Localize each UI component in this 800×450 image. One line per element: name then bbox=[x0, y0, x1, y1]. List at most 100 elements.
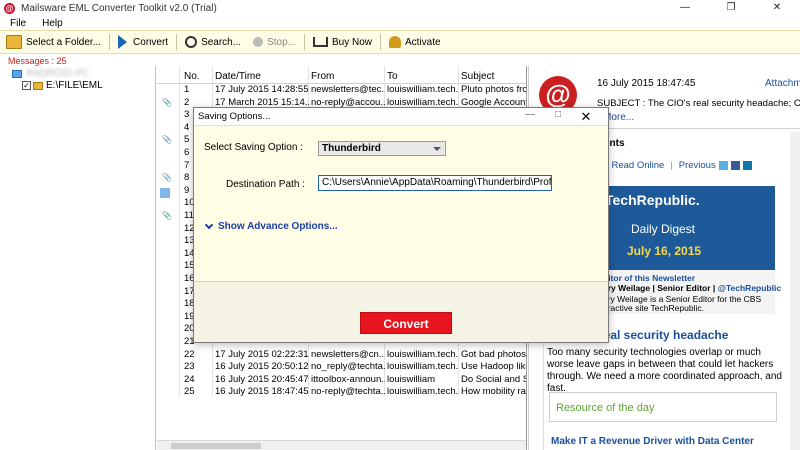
newsletter-banner: TechRepublic. Daily Digest July 16, 2015 bbox=[599, 186, 775, 270]
destination-path-input[interactable]: C:\Users\Annie\AppData\Roaming\Thunderbi… bbox=[318, 175, 552, 191]
cell-date: 17 July 2015 14:28:55 bbox=[215, 84, 309, 95]
cell-date: 17 July 2015 02:22:31 bbox=[215, 348, 309, 360]
maximize-button[interactable]: ❐ bbox=[708, 0, 754, 16]
tree-folder-eml[interactable]: ✓ E:\FILE\EML bbox=[22, 80, 103, 91]
folder-icon bbox=[6, 35, 22, 49]
scrollbar-thumb[interactable] bbox=[171, 443, 261, 449]
dialog-minimize-button[interactable]: — bbox=[516, 109, 544, 125]
toolbar-separator bbox=[380, 34, 382, 50]
article-headline[interactable]: real security headache bbox=[599, 328, 728, 342]
col-header-from[interactable]: From bbox=[311, 71, 385, 82]
cell-to: louiswilliam.tech... bbox=[387, 348, 459, 360]
dialog-controls: — □ ✕ bbox=[516, 109, 600, 125]
editor-box: ditor of this Newsletter ary Weilage | S… bbox=[599, 270, 781, 314]
convert-label: Convert bbox=[133, 36, 169, 48]
chevron-down-icon bbox=[204, 220, 214, 230]
computer-icon bbox=[12, 69, 22, 78]
search-label: Search... bbox=[201, 36, 242, 48]
table-row[interactable]: 1 17 July 2015 14:28:55 newsletters@tec...… bbox=[157, 84, 526, 97]
tree-folder-label: E:\FILE\EML bbox=[46, 80, 103, 91]
table-row[interactable]: 23 16 July 2015 20:50:12 no_reply@techta..… bbox=[157, 361, 526, 374]
facebook-icon[interactable] bbox=[730, 161, 740, 170]
editor-bio-2: eractive site TechRepublic. bbox=[603, 303, 704, 313]
dialog-maximize-button[interactable]: □ bbox=[544, 109, 572, 125]
previous-link[interactable]: Previous bbox=[679, 160, 716, 171]
dialog-close-button[interactable]: ✕ bbox=[572, 109, 600, 125]
play-icon bbox=[118, 35, 128, 49]
attachment-icon: 📎 bbox=[162, 97, 172, 107]
table-row[interactable]: 22 17 July 2015 02:22:31 newsletters@cn...… bbox=[157, 348, 526, 362]
cell-to: louiswilliam.tech... bbox=[387, 84, 459, 95]
cell-from: no_reply@techta... bbox=[311, 361, 385, 373]
saving-option-label: Select Saving Option : bbox=[204, 142, 303, 153]
dialog-separator bbox=[194, 281, 608, 282]
key-icon bbox=[389, 36, 402, 48]
tree-root[interactable]: ANDROID-PC bbox=[12, 68, 89, 79]
resource-box: Resource of the day bbox=[549, 392, 777, 422]
saving-option-select[interactable]: Thunderbird bbox=[318, 141, 446, 156]
menu-bar: File Help bbox=[0, 16, 800, 30]
linkedin-icon[interactable] bbox=[742, 161, 752, 170]
attachment-icon: 📎 bbox=[162, 211, 172, 220]
window-title: Mailsware EML Converter Toolkit v2.0 (Tr… bbox=[21, 2, 217, 14]
banner-date: July 16, 2015 bbox=[627, 244, 702, 258]
cell-no: 23 bbox=[184, 361, 195, 373]
banner-digest: Daily Digest bbox=[631, 222, 696, 236]
cell-from: newsletters@cn... bbox=[311, 348, 385, 360]
read-online-link[interactable]: Read Online bbox=[611, 160, 664, 171]
select-folder-label: Select a Folder... bbox=[26, 36, 102, 48]
cell-subject: Pluto photos from bbox=[461, 84, 526, 95]
col-header-to[interactable]: To bbox=[387, 71, 459, 82]
toolbar-separator bbox=[109, 34, 111, 50]
article-link[interactable]: Make IT a Revenue Driver with Data Cente… bbox=[551, 436, 754, 447]
resource-heading: Resource of the day bbox=[556, 402, 655, 414]
cell-date: 16 July 2015 18:47:45 bbox=[215, 386, 309, 398]
col-header-date[interactable]: Date/Time bbox=[215, 71, 309, 82]
show-advance-options-link[interactable]: Show Advance Options... bbox=[204, 220, 338, 232]
menu-file[interactable]: File bbox=[10, 18, 26, 29]
horizontal-scrollbar[interactable] bbox=[157, 440, 526, 450]
toolbar: Select a Folder... Convert Search... Sto… bbox=[0, 30, 800, 54]
select-folder-button[interactable]: Select a Folder... bbox=[0, 31, 107, 53]
menu-help[interactable]: Help bbox=[42, 18, 63, 29]
table-row[interactable]: 25 16 July 2015 18:47:45 no-reply@techta..… bbox=[157, 386, 526, 399]
close-button[interactable]: ✕ bbox=[754, 0, 800, 16]
preview-subject: SUBJECT : The CIO's real security headac… bbox=[597, 98, 800, 109]
editor-handle-link[interactable]: @TechRepublic bbox=[718, 283, 781, 293]
convert-button[interactable]: Convert bbox=[360, 312, 452, 334]
attachment-icon: 📎 bbox=[162, 135, 172, 145]
cell-to: louiswilliam.tech... bbox=[387, 386, 459, 398]
stop-label: Stop... bbox=[267, 36, 296, 48]
attachments-link[interactable]: Attachme bbox=[765, 78, 800, 89]
table-row[interactable]: 24 16 July 2015 20:45:47 ittoolbox-announ.… bbox=[157, 373, 526, 387]
col-header-no[interactable]: No. bbox=[184, 71, 210, 82]
preview-date: 16 July 2015 18:47:45 bbox=[597, 78, 696, 89]
convert-toolbar-button[interactable]: Convert bbox=[112, 31, 174, 53]
title-bar: @ Mailsware EML Converter Toolkit v2.0 (… bbox=[0, 0, 800, 16]
toolbar-separator bbox=[304, 34, 305, 50]
destination-path-label: Destination Path : bbox=[226, 179, 305, 190]
col-header-subject[interactable]: Subject bbox=[461, 71, 526, 82]
search-button[interactable]: Search... bbox=[179, 31, 247, 53]
editor-name-line: ary Weilage | Senior Editor | @TechRepub… bbox=[603, 283, 781, 293]
article-paragraph: Too many security technologies overlap o… bbox=[547, 347, 782, 394]
buy-now-button[interactable]: Buy Now bbox=[307, 31, 378, 53]
cell-no: 25 bbox=[184, 386, 195, 398]
messages-count: Messages : 25 bbox=[8, 56, 67, 66]
cell-no: 22 bbox=[184, 348, 195, 360]
cell-date: 16 July 2015 20:45:47 bbox=[215, 373, 309, 385]
activate-button[interactable]: Activate bbox=[383, 31, 447, 53]
preview-scrollbar[interactable] bbox=[790, 132, 800, 450]
minimize-button[interactable]: — bbox=[662, 0, 708, 16]
cell-subject: Got bad photos? H bbox=[461, 348, 526, 360]
cell-to: louiswilliam.tech... bbox=[387, 361, 459, 373]
folder-icon bbox=[33, 81, 43, 90]
cell-date: 16 July 2015 20:50:12 bbox=[215, 361, 309, 373]
folder-tree: ANDROID-PC ✓ E:\FILE\EML bbox=[0, 66, 156, 450]
folder-checkbox[interactable]: ✓ bbox=[22, 81, 31, 90]
cell-from: newsletters@tec... bbox=[311, 84, 385, 95]
editor-name: ary Weilage | Senior Editor | bbox=[603, 283, 716, 293]
twitter-icon[interactable] bbox=[718, 161, 728, 170]
stop-button[interactable]: Stop... bbox=[247, 31, 302, 53]
toolbar-separator bbox=[176, 34, 178, 50]
